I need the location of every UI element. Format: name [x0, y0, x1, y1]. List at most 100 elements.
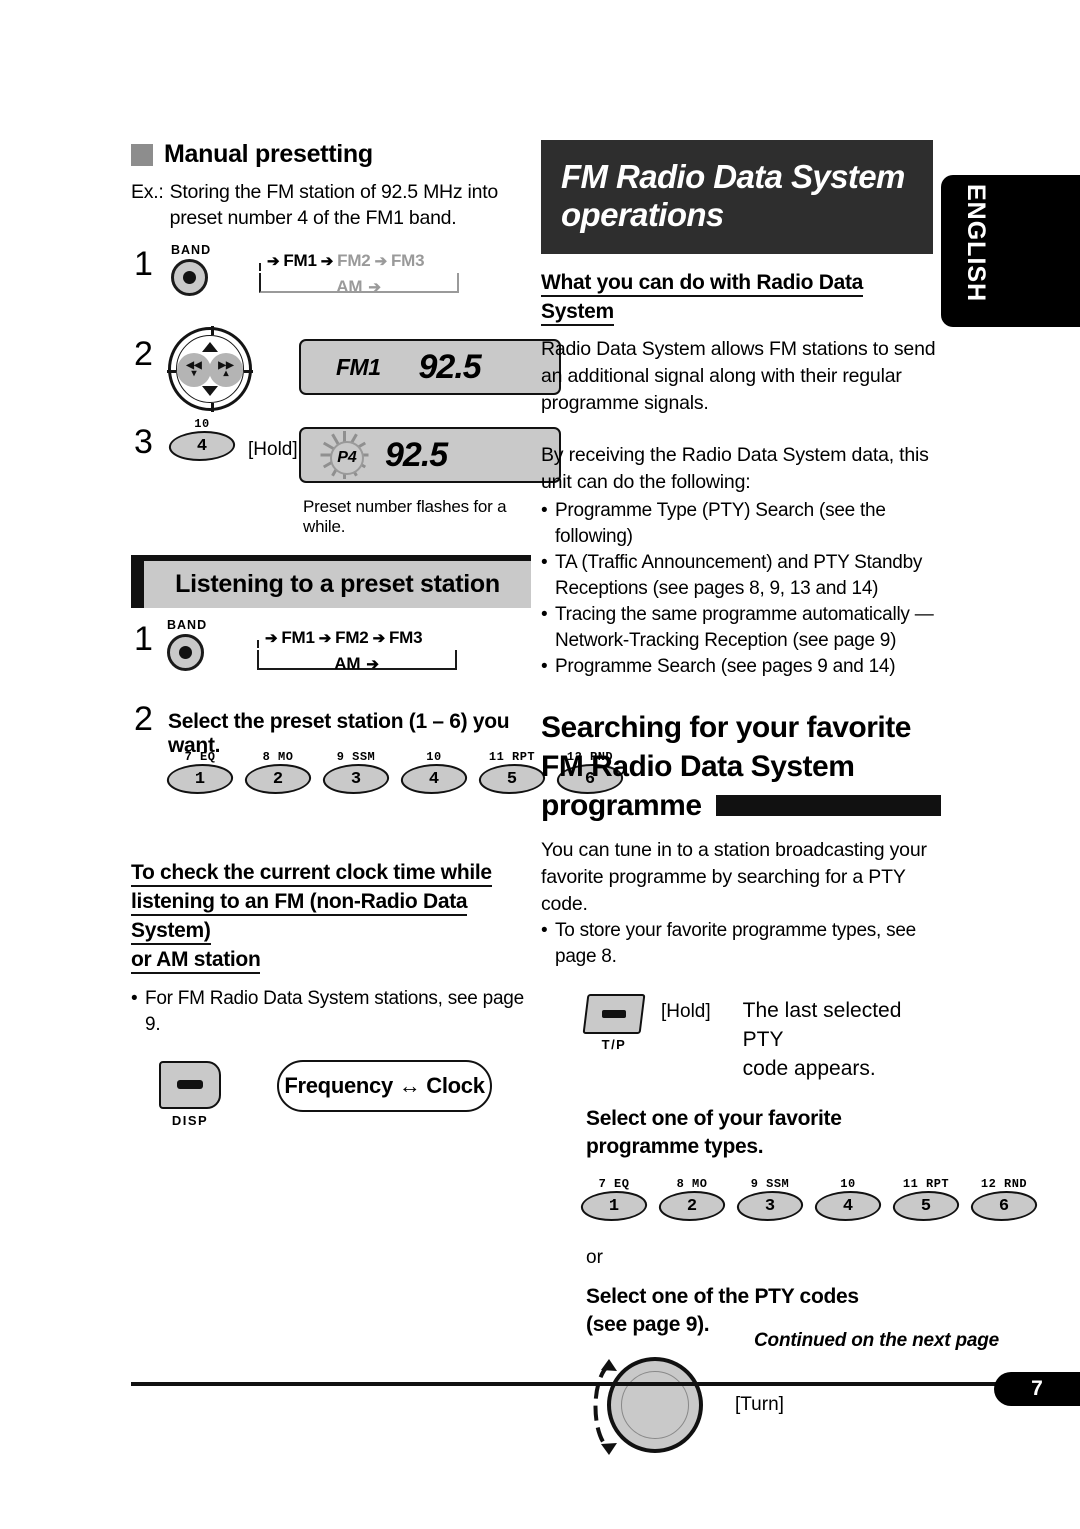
list-item: • Programme Type (PTY) Search (see the fo…	[541, 498, 941, 550]
tp-button[interactable]	[582, 994, 646, 1034]
fast-forward-icon[interactable]: ▶▶ ▴	[209, 353, 243, 387]
band-cycle-diagram-1: ➔ FM1 ➔ FM2 ➔ FM3 AM ➔	[251, 251, 466, 307]
display-panel-step3: P4 92.5	[299, 427, 561, 483]
list-item-text: Programme Type (PTY) Search (see the fol…	[555, 500, 886, 547]
manual-step-2: 2 ◀◀ ▾ ▶▶ ▴ FM1 92.5	[131, 319, 561, 412]
band-button-group[interactable]: BAND	[171, 243, 231, 296]
preset-key[interactable]: 7 EQ 1	[164, 750, 236, 794]
footer-rule	[131, 1382, 1080, 1386]
frequency-clock-pill: Frequency ↔ Clock	[277, 1060, 492, 1112]
cycle-fm1: FM1	[283, 251, 317, 270]
preset-key[interactable]: 11 RPT 5	[476, 750, 548, 794]
preset-key-top-label: 12 RND	[980, 1177, 1028, 1191]
section-title: Listening to a preset station	[175, 570, 500, 598]
rotary-dial-button[interactable]	[593, 1357, 703, 1455]
cycle-am: AM	[334, 654, 361, 673]
preset-key-top-label: 7 EQ	[598, 1177, 630, 1191]
preset-key-label: 4	[428, 769, 440, 789]
preset-key-top-label: 7 EQ	[184, 750, 216, 764]
preset-key-4-group[interactable]: 10 4	[166, 417, 238, 461]
cross-pad-button[interactable]: ◀◀ ▾ ▶▶ ▴	[167, 326, 253, 412]
preset-flash-indicator: P4	[320, 431, 369, 479]
band-button-group[interactable]: BAND	[167, 618, 227, 671]
preset-key-top-label: 8 MO	[262, 750, 294, 764]
band-knob-icon[interactable]	[167, 634, 204, 671]
band-button-label: BAND	[167, 618, 208, 632]
page-number: 7	[1031, 1377, 1043, 1400]
band-button-label: BAND	[171, 243, 212, 257]
rewind-icon[interactable]: ◀◀ ▾	[177, 353, 211, 387]
tp-hold-row: T/P [Hold] The last selected PTY code ap…	[582, 994, 941, 1083]
listening-step-2: 2 Select the preset station (1 – 6) you …	[131, 700, 626, 812]
step-number: 3	[134, 423, 153, 461]
disp-button-group[interactable]: DISP	[159, 1060, 221, 1128]
clock-check-bullet: • For FM Radio Data System stations, see…	[131, 986, 531, 1038]
searching-paragraph: You can tune in to a station broadcastin…	[541, 839, 927, 915]
dash-icon	[602, 1010, 626, 1018]
tp-button-group[interactable]: T/P	[582, 994, 646, 1052]
example-row: Ex.: Storing the FM station of 92.5 MHz …	[131, 179, 531, 231]
preset-key-label: 2	[272, 769, 284, 789]
section-title-bar: Listening to a preset station	[131, 561, 531, 608]
preset-key[interactable]: 10 4	[812, 1177, 884, 1221]
band-cycle-diagram-2: ➔ FM1 ➔ FM2 ➔ FM3 AM ➔	[249, 628, 464, 684]
example-label: Ex.:	[131, 181, 164, 203]
arrow-left-icon: ➔	[366, 655, 379, 673]
disp-button[interactable]	[159, 1060, 221, 1109]
list-item: • TA (Traffic Announcement) and PTY Stand…	[541, 550, 941, 602]
manual-step-3: 3 10 4 [Hold] P4 92.5 Preset number flas…	[131, 409, 561, 536]
preset-key-top-label: 11 RPT	[488, 750, 536, 764]
hold-label: [Hold]	[248, 439, 298, 460]
left-column: Manual presetting Ex.: Storing the FM st…	[131, 140, 626, 1128]
preset-key[interactable]: 9 SSM 3	[320, 750, 392, 794]
step-number: 1	[134, 620, 153, 658]
searching-heading: Searching for your favorite FM Radio Dat…	[541, 708, 941, 825]
cycle-row-bottom: AM ➔	[251, 277, 466, 297]
bullet-dot-icon: •	[541, 552, 548, 573]
cross-pad-icon[interactable]: ◀◀ ▾ ▶▶ ▴	[167, 326, 253, 412]
preset-key[interactable]: 9 SSM 3	[734, 1177, 806, 1221]
preset-key[interactable]: 12 RND 6	[968, 1177, 1040, 1221]
page-number-badge: 7	[994, 1372, 1080, 1406]
step-number: 1	[134, 245, 153, 283]
frequency-clock-text: Frequency ↔ Clock	[284, 1073, 485, 1098]
bullet-dot-icon: •	[541, 656, 548, 677]
tp-result-line-1: The last selected PTY	[742, 999, 902, 1051]
arrow-right-icon: ➔	[267, 252, 280, 270]
preset-key-label: 4	[842, 1196, 854, 1216]
preset-key-4[interactable]: 4	[166, 431, 238, 461]
chapter-title-line-2: operations	[561, 196, 724, 233]
searching-heading-line-3: programme	[541, 789, 702, 822]
bullet-dot-icon: •	[541, 604, 548, 625]
list-item-text: TA (Traffic Announcement) and PTY Standb…	[555, 552, 923, 599]
language-tab: ENGLISH	[941, 175, 1080, 327]
preset-key-label: 3	[350, 769, 362, 789]
arrow-right-icon: ➔	[320, 252, 334, 270]
tp-button-label: T/P	[601, 1037, 627, 1052]
preset-key[interactable]: 10 4	[398, 750, 470, 794]
preset-key[interactable]: 8 MO 2	[242, 750, 314, 794]
band-knob-icon[interactable]	[171, 259, 208, 296]
display-preset: P4	[337, 449, 357, 466]
step-number: 2	[134, 335, 153, 373]
cycle-fm3: FM3	[390, 251, 425, 270]
listening-step-1: 1 BAND ➔ FM1 ➔ FM2 ➔ FM3 AM ➔	[131, 616, 531, 702]
list-item: • Programme Search (see pages 9 and 14)	[541, 654, 941, 680]
heading-rule	[715, 795, 941, 816]
pty-preset-key-row[interactable]: 7 EQ 1 8 MO 2 9 SSM 3 10 4 11 RPT 5 12 RND 6	[578, 1177, 1040, 1221]
preset-key[interactable]: 8 MO 2	[656, 1177, 728, 1221]
what-you-can-do-heading: What you can do with Radio Data System	[541, 271, 863, 326]
tp-result-text: The last selected PTY code appears.	[743, 996, 941, 1083]
language-tab-label: ENGLISH	[962, 184, 990, 303]
arrow-right-icon: ➔	[318, 629, 332, 647]
step-number: 2	[134, 700, 153, 738]
preset-key-label: 4	[196, 436, 208, 456]
preset-key[interactable]: 7 EQ 1	[578, 1177, 650, 1221]
bullet-dot-icon: •	[131, 988, 138, 1009]
preset-key-label: 3	[764, 1196, 776, 1216]
preset-key[interactable]: 11 RPT 5	[890, 1177, 962, 1221]
preset-key-label: 5	[506, 769, 518, 789]
preset-key-label: 6	[998, 1196, 1010, 1216]
cycle-row-bottom: AM ➔	[249, 654, 464, 674]
preset-key-top-label: 9 SSM	[750, 1177, 790, 1191]
